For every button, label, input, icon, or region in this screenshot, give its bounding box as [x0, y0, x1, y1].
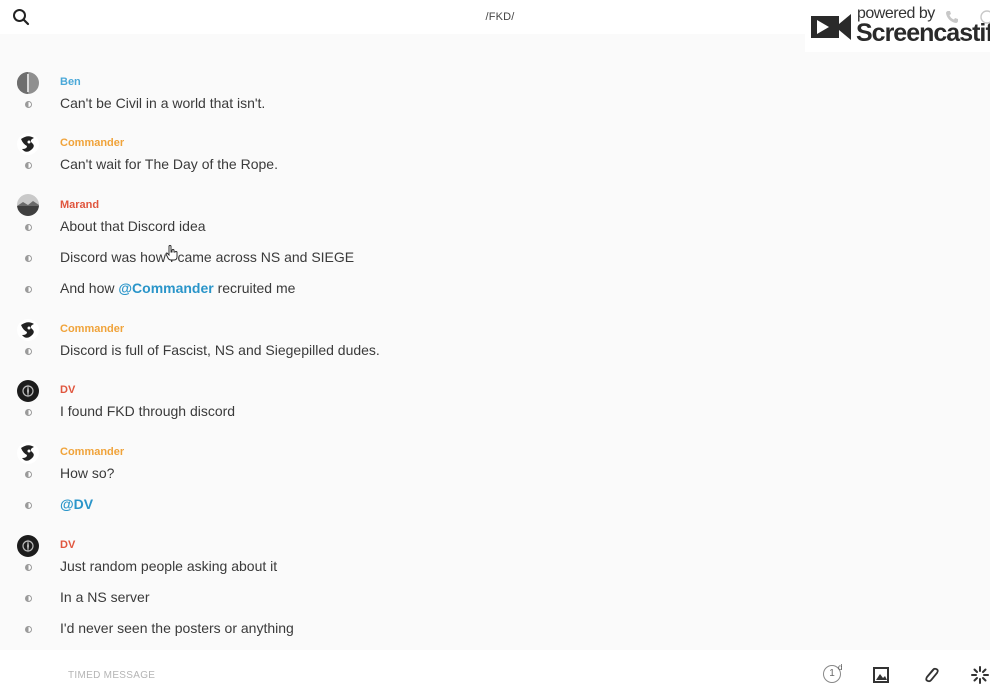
message-author[interactable]: DV: [60, 384, 75, 396]
read-receipt-icon: [25, 101, 32, 108]
paperclip-icon[interactable]: [920, 664, 942, 686]
message-text: In a NS server: [60, 589, 150, 605]
avatar[interactable]: [17, 319, 39, 341]
avatar[interactable]: [17, 133, 39, 155]
message-text: And how @Commander recruited me: [60, 280, 295, 296]
avatar[interactable]: [17, 535, 39, 557]
read-receipt-icon: [25, 626, 32, 633]
message-text: Discord is full of Fascist, NS and Siege…: [60, 342, 380, 358]
read-receipt-icon: [25, 348, 32, 355]
message-text: Discord was how I came across NS and SIE…: [60, 249, 355, 265]
message-text-after: recruited me: [213, 280, 296, 296]
message-composer: [0, 650, 990, 700]
avatar[interactable]: [17, 72, 39, 94]
mention-commander[interactable]: @Commander: [118, 280, 213, 296]
read-receipt-icon: [25, 286, 32, 293]
image-icon[interactable]: [870, 664, 892, 686]
avatar[interactable]: [17, 380, 39, 402]
avatar-dv-image: [17, 380, 39, 402]
avatar-dv-image: [17, 535, 39, 557]
sparkle-icon[interactable]: [969, 664, 990, 686]
message-author[interactable]: Ben: [60, 76, 81, 88]
avatar-commander-image: [17, 319, 39, 341]
read-receipt-icon: [25, 162, 32, 169]
avatar-commander-image: [17, 133, 39, 155]
read-receipt-icon: [25, 502, 32, 509]
info-icon[interactable]: [980, 10, 990, 24]
message-text: About that Discord idea: [60, 218, 206, 234]
message-list: Ben Can't be Civil in a world that isn't…: [0, 34, 990, 648]
read-receipt-icon: [25, 255, 32, 262]
message-text: Just random people asking about it: [60, 558, 278, 574]
timer-unit-label: d: [838, 663, 843, 672]
message-text: @DV: [60, 496, 93, 512]
phone-icon[interactable]: [945, 10, 959, 24]
hand-cursor-icon: [165, 245, 178, 261]
mention-dv[interactable]: @DV: [60, 496, 93, 512]
avatar[interactable]: [17, 442, 39, 464]
message-input[interactable]: [60, 664, 776, 686]
avatar-marand-image: [17, 194, 39, 216]
message-text: Can't wait for The Day of the Rope.: [60, 156, 278, 172]
read-receipt-icon: [25, 564, 32, 571]
message-author[interactable]: DV: [60, 539, 75, 551]
message-author[interactable]: Marand: [60, 199, 99, 211]
message-author[interactable]: Commander: [60, 446, 124, 458]
message-text: Can't be Civil in a world that isn't.: [60, 95, 266, 111]
read-receipt-icon: [25, 409, 32, 416]
message-text: How so?: [60, 465, 115, 481]
message-author[interactable]: Commander: [60, 323, 124, 335]
read-receipt-icon: [25, 595, 32, 602]
message-text: I found FKD through discord: [60, 403, 236, 419]
message-text: I'd never seen the posters or anything: [60, 620, 294, 636]
message-author[interactable]: Commander: [60, 137, 124, 149]
avatar-ben-image: [17, 72, 39, 94]
message-text-before: And how: [60, 280, 119, 296]
avatar[interactable]: [17, 194, 39, 216]
read-receipt-icon: [25, 224, 32, 231]
avatar-commander-image: [17, 442, 39, 464]
read-receipt-icon: [25, 471, 32, 478]
